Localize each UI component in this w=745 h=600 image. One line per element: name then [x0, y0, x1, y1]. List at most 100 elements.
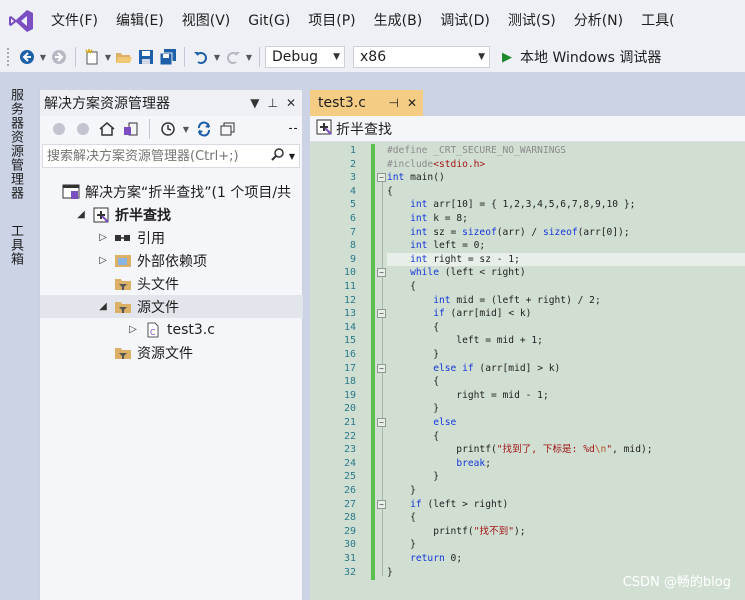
pin-icon[interactable]: ⊥ — [267, 96, 277, 110]
menu-item[interactable]: Git(G) — [239, 0, 299, 42]
collapsed-arrow-icon[interactable]: ▷ — [96, 232, 110, 243]
code-line[interactable]: } — [387, 470, 439, 484]
code-line[interactable]: int right = sz - 1; — [387, 252, 745, 267]
filter-dropdown-icon[interactable]: ▼ — [181, 118, 191, 140]
home-icon[interactable] — [96, 118, 118, 140]
solution-platform-select[interactable]: x86 ▼ — [353, 46, 490, 68]
server-explorer-tab[interactable]: 服务器资源管理器 — [6, 88, 25, 200]
redo-dropdown-icon[interactable]: ▼ — [244, 46, 254, 68]
collapse-region-icon[interactable]: − — [377, 499, 386, 509]
pending-changes-filter-icon[interactable] — [157, 118, 179, 140]
code-line[interactable]: left = mid + 1; — [387, 334, 543, 348]
search-input[interactable] — [47, 148, 267, 164]
expanded-arrow-icon[interactable]: ◢ — [74, 209, 88, 220]
menu-item[interactable]: 测试(S) — [499, 0, 565, 42]
window-position-dropdown-icon[interactable]: ▼ — [250, 96, 259, 110]
expanded-arrow-icon[interactable]: ◢ — [96, 301, 110, 312]
code-line[interactable]: int sz = sizeof(arr) / sizeof(arr[0]); — [387, 226, 630, 240]
code-line[interactable]: int left = 0; — [387, 239, 485, 253]
close-tab-icon[interactable]: ✕ — [407, 96, 417, 110]
tree-item[interactable]: ◢ 折半查找 — [40, 203, 303, 226]
code-line[interactable]: printf("找不到"); — [387, 525, 525, 539]
undo-dropdown-icon[interactable]: ▼ — [212, 46, 222, 68]
code-line[interactable]: int main() — [387, 171, 445, 185]
tree-item[interactable]: 资源文件 — [40, 341, 303, 364]
tree-item[interactable]: ▷ Ctest3.c — [40, 318, 303, 341]
menu-item[interactable]: 视图(V) — [173, 0, 240, 42]
sync-icon[interactable] — [193, 118, 215, 140]
code-line[interactable]: if (arr[mid] < k) — [387, 307, 531, 321]
collapse-region-icon[interactable]: − — [377, 173, 386, 183]
pin-tab-icon[interactable]: ⊣ — [388, 96, 398, 110]
tree-item[interactable]: 头文件 — [40, 272, 303, 295]
visual-studio-logo-icon[interactable] — [0, 0, 42, 42]
toolbar-grip[interactable] — [6, 47, 10, 67]
code-line[interactable]: while (left < right) — [387, 266, 526, 280]
code-line[interactable]: break; — [387, 457, 491, 471]
redo-icon[interactable] — [222, 46, 244, 68]
code-line[interactable]: else if (arr[mid] > k) — [387, 362, 560, 376]
new-item-icon[interactable] — [81, 46, 103, 68]
code-line[interactable]: { — [387, 321, 439, 335]
collapse-region-icon[interactable]: − — [377, 418, 386, 427]
collapse-all-icon[interactable] — [217, 118, 239, 140]
code-line[interactable]: { — [387, 375, 439, 389]
editor-navigation-bar[interactable]: 折半查找 — [310, 116, 745, 142]
code-line[interactable]: { — [387, 280, 416, 294]
search-icon[interactable] — [271, 147, 285, 165]
undo-icon[interactable] — [190, 46, 212, 68]
code-line[interactable]: #include<stdio.h> — [387, 158, 485, 172]
code-line[interactable]: printf("找到了, 下标是: %d\n", mid); — [387, 443, 652, 457]
tree-item[interactable]: ◢ 源文件 — [40, 295, 303, 318]
tree-item[interactable]: 解决方案“折半查找”(1 个项目/共 — [40, 180, 303, 203]
tab-test3-c[interactable]: test3.c ⊣ ✕ — [310, 90, 423, 116]
menu-item[interactable]: 文件(F) — [42, 0, 107, 42]
back-icon[interactable] — [16, 46, 38, 68]
start-debugging-button[interactable]: ▶ 本地 Windows 调试器 — [498, 47, 661, 67]
code-editor[interactable]: 1 2 3 4 5 6 7 8 9 10 11 12 13 14 15 16 17 18 19 20 21 22 23 24 2… — [310, 142, 745, 600]
code-line[interactable]: #define _CRT_SECURE_NO_WARNINGS — [387, 144, 566, 158]
code-line[interactable]: } — [387, 484, 416, 498]
collapsed-arrow-icon[interactable]: ▷ — [96, 255, 110, 266]
search-options-dropdown-icon[interactable]: ▼ — [289, 152, 295, 161]
code-line[interactable]: if (left > right) — [387, 498, 508, 512]
code-line[interactable]: int arr[10] = { 1,2,3,4,5,6,7,8,9,10 }; — [387, 198, 635, 212]
code-line[interactable]: } — [387, 402, 439, 416]
code-line[interactable]: { — [387, 430, 439, 444]
collapsed-arrow-icon[interactable]: ▷ — [126, 324, 140, 335]
close-icon[interactable]: ✕ — [286, 96, 296, 110]
tree-item[interactable]: ▷ 引用 — [40, 226, 303, 249]
switch-views-icon[interactable] — [120, 118, 142, 140]
code-line[interactable]: { — [387, 185, 393, 199]
menu-item[interactable]: 调试(D) — [431, 0, 499, 42]
more-options-icon[interactable]: ⁃⁃ — [288, 124, 298, 135]
back-icon[interactable] — [48, 118, 70, 140]
solution-explorer-search[interactable]: ▼ — [42, 144, 300, 168]
toolbox-tab[interactable]: 工具箱 — [6, 224, 25, 266]
code-line[interactable]: right = mid - 1; — [387, 389, 548, 403]
new-item-dropdown-icon[interactable]: ▼ — [103, 46, 113, 68]
save-icon[interactable] — [135, 46, 157, 68]
code-line[interactable]: } — [387, 538, 416, 552]
save-all-icon[interactable] — [157, 46, 179, 68]
forward-icon[interactable] — [72, 118, 94, 140]
collapse-region-icon[interactable]: − — [377, 363, 386, 373]
menu-item[interactable]: 项目(P) — [299, 0, 364, 42]
code-line[interactable]: else — [387, 416, 456, 430]
back-dropdown-icon[interactable]: ▼ — [38, 46, 48, 68]
menu-item[interactable]: 编辑(E) — [107, 0, 173, 42]
menu-item[interactable]: 工具( — [632, 0, 683, 42]
collapse-region-icon[interactable]: − — [377, 309, 386, 319]
menu-item[interactable]: 生成(B) — [365, 0, 432, 42]
code-line[interactable]: return 0; — [387, 552, 462, 566]
code-line[interactable]: int mid = (left + right) / 2; — [387, 294, 601, 308]
code-line[interactable]: int k = 8; — [387, 212, 468, 226]
code-line[interactable]: } — [387, 348, 439, 362]
tree-item[interactable]: ▷ 外部依赖项 — [40, 249, 303, 272]
code-line[interactable]: { — [387, 511, 416, 525]
menu-item[interactable]: 分析(N) — [565, 0, 632, 42]
solution-config-select[interactable]: Debug ▼ — [265, 46, 345, 68]
code-line[interactable]: } — [387, 566, 393, 580]
open-folder-icon[interactable] — [113, 46, 135, 68]
forward-icon[interactable] — [48, 46, 70, 68]
